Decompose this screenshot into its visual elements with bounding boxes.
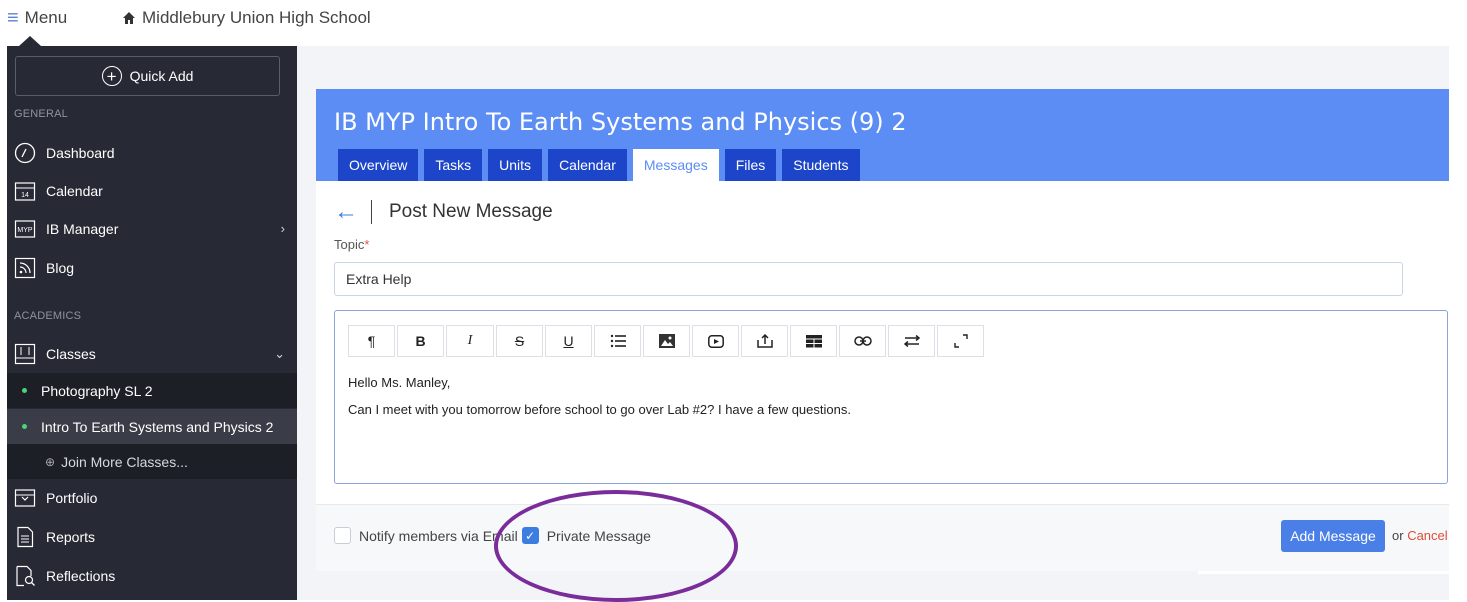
strikethrough-icon[interactable]: S	[496, 325, 543, 357]
tab-tasks[interactable]: Tasks	[424, 149, 483, 181]
topic-label-text: Topic	[334, 237, 365, 252]
link-icon[interactable]	[839, 325, 886, 357]
class-dot-icon	[22, 388, 27, 393]
private-message-label: Private Message	[546, 527, 651, 544]
plus-icon: +	[101, 66, 122, 86]
required-marker: *	[364, 237, 370, 252]
sidebar-item-label: Calendar	[46, 183, 103, 199]
chevron-right-icon: ›	[280, 221, 285, 236]
sidebar-item-reflections[interactable]: Reflections	[7, 558, 297, 594]
portfolio-icon	[14, 487, 36, 509]
sidebar-item-ib-manager[interactable]: MYP IB Manager ›	[7, 211, 297, 247]
sidebar-item-label: Dashboard	[46, 145, 115, 161]
or-text: or	[1392, 528, 1404, 543]
topic-label: Topic*	[334, 237, 369, 252]
join-more-classes-link[interactable]: ⊕ Join More Classes...	[7, 444, 297, 479]
hamburger-icon: ≡	[7, 7, 19, 29]
italic-icon[interactable]: I	[446, 325, 494, 357]
notify-email-label: Notify members via Email	[359, 527, 518, 544]
bold-icon[interactable]: B	[397, 325, 444, 357]
chevron-down-icon: ⌄	[274, 346, 285, 361]
top-bar: ≡ Menu Middlebury Union High School	[0, 0, 1467, 40]
tab-overview[interactable]: Overview	[338, 149, 419, 181]
divider	[371, 200, 372, 224]
join-label: Join More Classes...	[61, 453, 188, 470]
tab-units[interactable]: Units	[488, 149, 543, 181]
message-line: Can I meet with you tomorrow before scho…	[348, 402, 851, 417]
sidebar-item-blog[interactable]: Blog	[7, 250, 297, 286]
class-item-photography[interactable]: Photography SL 2	[7, 373, 297, 408]
reports-icon	[14, 526, 36, 548]
quick-add-button[interactable]: + Quick Add	[15, 56, 280, 96]
table-icon[interactable]	[790, 325, 837, 357]
back-arrow-icon[interactable]: ←	[334, 200, 358, 224]
fullscreen-icon[interactable]	[937, 325, 984, 357]
plus-circle-icon: ⊕	[45, 454, 56, 469]
sidebar-item-label: Portfolio	[46, 490, 98, 506]
course-tabs: Overview Tasks Units Calendar Messages F…	[338, 149, 860, 181]
message-line: Hello Ms. Manley,	[348, 375, 451, 390]
quick-add-label: Quick Add	[129, 68, 194, 84]
course-title: IB MYP Intro To Earth Systems and Physic…	[334, 108, 907, 136]
or-cancel: or Cancel	[1392, 528, 1448, 543]
tab-messages[interactable]: Messages	[632, 149, 719, 181]
post-header: ← Post New Message	[334, 200, 553, 224]
editor-toolbar: ¶ B I S U	[348, 325, 984, 357]
private-message-checkbox[interactable]: ✓	[521, 527, 539, 544]
school-link[interactable]: Middlebury Union High School	[122, 8, 371, 28]
calendar-icon: 14	[14, 180, 36, 202]
list-icon[interactable]	[594, 325, 641, 357]
class-item-earth-systems[interactable]: Intro To Earth Systems and Physics 2	[7, 409, 297, 444]
sidebar-item-label: Reflections	[46, 568, 116, 584]
underline-icon[interactable]: U	[545, 325, 592, 357]
add-message-button[interactable]: Add Message	[1281, 520, 1385, 552]
section-academics: ACADEMICS	[14, 310, 82, 322]
upload-icon[interactable]	[741, 325, 788, 357]
course-banner: IB MYP Intro To Earth Systems and Physic…	[316, 89, 1449, 181]
section-general: GENERAL	[14, 108, 68, 120]
notify-email-checkbox[interactable]	[334, 527, 351, 544]
calendar-icon-number: 14	[21, 192, 29, 199]
myp-icon: MYP	[14, 218, 36, 240]
class-label: Intro To Earth Systems and Physics 2	[41, 418, 274, 435]
menu-caret	[19, 36, 41, 46]
school-name: Middlebury Union High School	[142, 8, 371, 27]
myp-icon-text: MYP	[17, 227, 33, 234]
sidebar: + Quick Add GENERAL Dashboard 14 Calenda…	[7, 46, 297, 600]
sidebar-item-portfolio[interactable]: Portfolio	[7, 480, 297, 516]
reflections-icon	[14, 565, 36, 587]
menu-button[interactable]: ≡ Menu	[7, 8, 67, 28]
sidebar-item-classes[interactable]: Classes ⌄	[7, 336, 297, 372]
sidebar-item-reports[interactable]: Reports	[7, 519, 297, 555]
home-icon	[123, 12, 135, 24]
class-dot-icon	[22, 424, 27, 429]
image-icon[interactable]	[643, 325, 690, 357]
tab-calendar[interactable]: Calendar	[548, 149, 627, 181]
sidebar-item-label: Classes	[46, 346, 96, 362]
menu-label: Menu	[24, 8, 68, 27]
dashboard-icon	[14, 142, 36, 164]
sidebar-item-label: IB Manager	[46, 221, 119, 237]
sidebar-item-label: Reports	[46, 529, 96, 545]
paragraph-icon[interactable]: ¶	[348, 325, 395, 357]
blog-icon	[14, 257, 36, 279]
class-label: Photography SL 2	[41, 382, 153, 399]
sidebar-item-calendar[interactable]: 14 Calendar	[7, 173, 297, 209]
footer-options: Notify members via Email ✓ Private Messa…	[334, 527, 651, 544]
video-icon[interactable]	[692, 325, 739, 357]
page-title: Post New Message	[389, 201, 553, 222]
direction-icon[interactable]	[888, 325, 935, 357]
cancel-link[interactable]: Cancel	[1407, 528, 1447, 543]
tab-students[interactable]: Students	[782, 149, 860, 181]
topic-input[interactable]	[334, 262, 1403, 296]
message-editor[interactable]: ¶ B I S U Hello Ms. Manley, Can I meet w…	[334, 310, 1448, 484]
sidebar-item-label: Blog	[46, 260, 75, 276]
classes-icon	[14, 343, 36, 365]
sidebar-item-dashboard[interactable]: Dashboard	[7, 135, 297, 171]
tab-files[interactable]: Files	[724, 149, 777, 181]
